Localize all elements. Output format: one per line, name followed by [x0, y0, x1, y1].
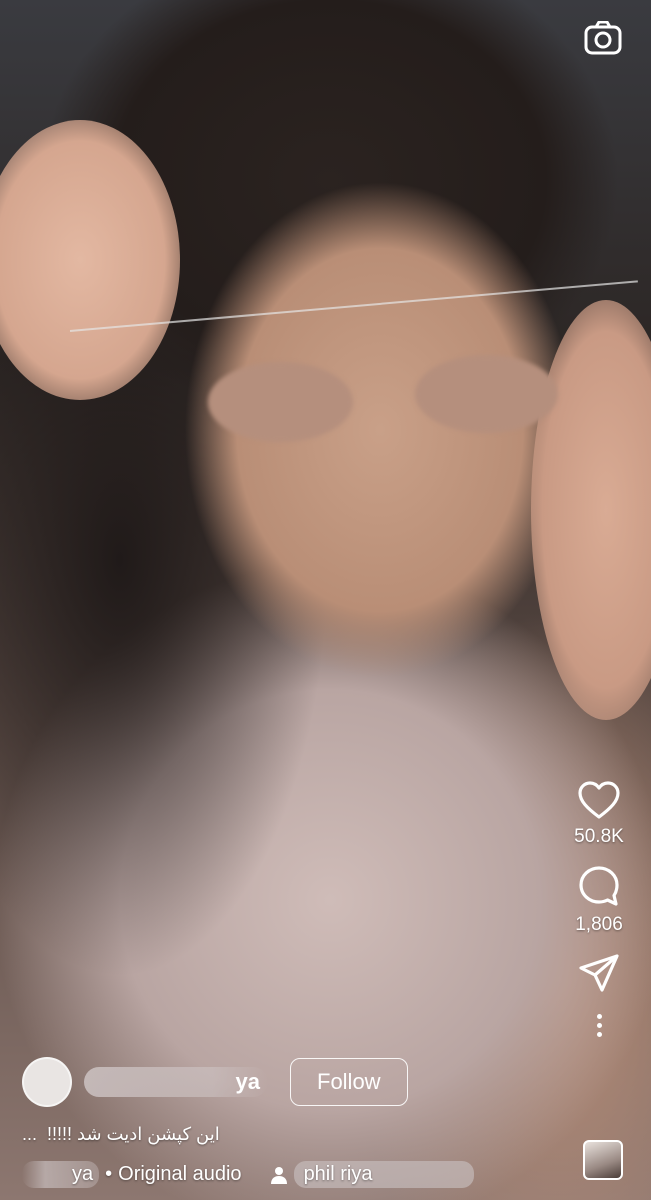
more-vertical-icon — [596, 1014, 602, 1019]
audio-label[interactable]: Original audio — [118, 1163, 241, 1186]
comment-action[interactable]: 1,806 — [575, 864, 623, 936]
comment-count[interactable]: 1,806 — [575, 914, 623, 936]
blurred-eye-left — [208, 362, 353, 442]
audio-row[interactable]: ya • Original audio phil riya — [22, 1161, 562, 1188]
tagged-people[interactable]: phil riya — [270, 1161, 474, 1188]
camera-button[interactable] — [583, 18, 623, 58]
like-count[interactable]: 50.8K — [574, 826, 624, 848]
like-action[interactable]: 50.8K — [574, 780, 624, 848]
caption-more[interactable]: ... — [22, 1124, 37, 1145]
audio-separator: • — [105, 1163, 113, 1185]
audio-username[interactable]: ya — [22, 1161, 100, 1188]
share-action[interactable] — [578, 952, 620, 994]
reel-info: ya Follow ... این کپشن ادیت شد !!!!! ya … — [22, 1054, 562, 1188]
reel-screen: 50.8K 1,806 ya Follow ... این کپشن ادیت … — [0, 0, 651, 1200]
audio-thumbnail[interactable] — [583, 1140, 623, 1180]
top-bar — [0, 0, 651, 80]
more-vertical-icon-dot — [596, 1023, 602, 1028]
more-vertical-icon-dot — [596, 1032, 602, 1037]
author-username[interactable]: ya — [84, 1067, 268, 1097]
heart-icon[interactable] — [577, 780, 621, 820]
reel-actions: 50.8K 1,806 — [559, 780, 639, 1042]
camera-icon — [584, 21, 622, 55]
follow-button[interactable]: Follow — [290, 1058, 408, 1106]
more-options-button[interactable] — [596, 1014, 602, 1042]
person-icon — [270, 1166, 287, 1184]
send-icon[interactable] — [578, 952, 620, 994]
author-row: ya Follow — [22, 1054, 562, 1110]
avatar[interactable] — [22, 1057, 72, 1107]
blurred-eye-right — [415, 355, 558, 433]
caption[interactable]: ... این کپشن ادیت شد !!!!! — [22, 1124, 562, 1145]
caption-text: این کپشن ادیت شد !!!!! — [47, 1124, 220, 1144]
comment-icon[interactable] — [577, 864, 621, 908]
tagged-username[interactable]: phil riya — [293, 1161, 474, 1188]
